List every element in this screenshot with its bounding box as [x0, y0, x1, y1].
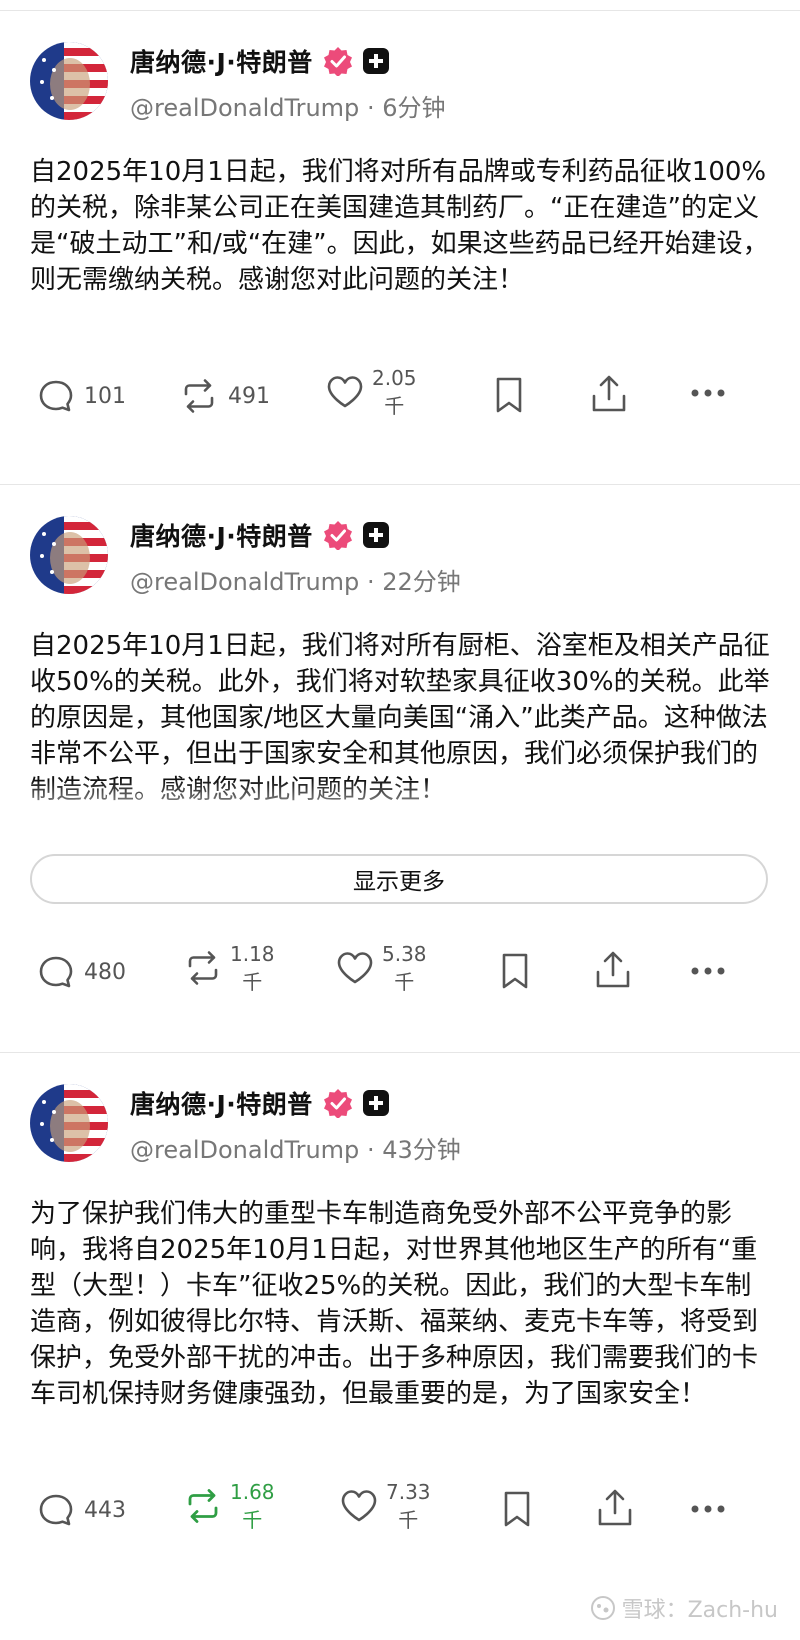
share-icon [596, 951, 630, 988]
like-icon [327, 376, 363, 408]
share-button[interactable] [590, 374, 628, 414]
repost-count: 491 [228, 383, 270, 409]
post-divider [0, 484, 800, 485]
post-body: 为了保护我们伟大的重型卡车制造商免受外部不公平竞争的影响，我将自2025年10月… [30, 1199, 759, 1409]
like-button[interactable]: 2.05 千 [326, 364, 417, 420]
plus-icon[interactable] [362, 522, 389, 548]
share-button[interactable] [596, 1488, 634, 1528]
repost-icon [184, 379, 214, 413]
more-button[interactable] [690, 966, 726, 976]
share-icon [598, 1489, 632, 1526]
reply-icon [39, 956, 73, 988]
more-icon [691, 967, 725, 975]
reply-button[interactable]: 443 [38, 1492, 126, 1528]
repost-icon [188, 1489, 218, 1523]
like-button[interactable]: 5.38 千 [336, 940, 427, 996]
verified-icon [323, 47, 352, 76]
more-button[interactable] [690, 388, 726, 398]
action-bar: 101 491 2.05 千 [0, 360, 800, 430]
like-icon [337, 952, 373, 984]
action-bar: 443 1.68 千 7.33 千 [0, 1474, 800, 1544]
bookmark-icon [502, 953, 528, 989]
repost-count: 1.18 [230, 942, 275, 966]
like-icon [341, 1490, 377, 1522]
show-more-button[interactable]: 显示更多 [30, 854, 768, 904]
more-icon [691, 389, 725, 397]
bookmark-button[interactable] [502, 1490, 532, 1528]
reply-count: 101 [84, 383, 126, 409]
repost-icon [188, 951, 218, 985]
bookmark-button[interactable] [500, 952, 530, 990]
repost-count-unit: 千 [242, 1508, 263, 1532]
top-divider [0, 10, 800, 11]
like-count: 7.33 [386, 1480, 431, 1504]
separator: · [366, 1136, 375, 1164]
verified-icon [323, 1089, 352, 1118]
avatar[interactable] [30, 516, 108, 594]
post-divider [0, 1052, 800, 1053]
share-button[interactable] [594, 950, 632, 990]
post-time: 43分钟 [382, 1136, 461, 1164]
post-time: 22分钟 [382, 568, 461, 596]
plus-icon[interactable] [362, 1090, 389, 1116]
like-count: 5.38 [382, 942, 427, 966]
watermark: 雪球：Zach-hu [590, 1592, 778, 1624]
author-name[interactable]: 唐纳德·J·特朗普 [130, 43, 313, 79]
post-body-clip: 自2025年10月1日起，我们将对所有厨柜、浴室柜及相关产品征收50%的关税。此… [0, 628, 800, 828]
repost-button[interactable]: 1.18 千 [184, 940, 275, 996]
bookmark-icon [496, 377, 522, 413]
separator: · [366, 94, 375, 122]
post-time: 6分钟 [382, 94, 446, 122]
reply-count: 480 [84, 959, 126, 985]
post-body: 自2025年10月1日起，我们将对所有品牌或专利药品征收100%的关税，除非某公… [30, 157, 769, 295]
plus-icon[interactable] [362, 48, 389, 74]
avatar[interactable] [30, 42, 108, 120]
like-count-unit: 千 [398, 1508, 419, 1532]
handle[interactable]: @realDonaldTrump [130, 94, 359, 122]
repost-button[interactable]: 1.68 千 [184, 1478, 275, 1534]
like-count: 2.05 [372, 366, 417, 390]
like-count-unit: 千 [384, 394, 405, 418]
reply-icon [39, 1494, 73, 1526]
action-bar: 480 1.18 千 5.38 千 [0, 936, 800, 1006]
reply-icon [39, 380, 73, 412]
repost-count: 1.68 [230, 1480, 275, 1504]
separator: · [366, 568, 375, 596]
reply-button[interactable]: 480 [38, 954, 126, 990]
repost-button[interactable]: 491 [180, 378, 270, 414]
avatar[interactable] [30, 1084, 108, 1162]
text-fade [0, 780, 800, 828]
handle[interactable]: @realDonaldTrump [130, 1136, 359, 1164]
more-button[interactable] [690, 1504, 726, 1514]
author-name[interactable]: 唐纳德·J·特朗普 [130, 1085, 313, 1121]
bookmark-icon [504, 1491, 530, 1527]
like-count-unit: 千 [394, 970, 415, 994]
reply-count: 443 [84, 1497, 126, 1523]
watermark-text: 雪球：Zach-hu [621, 1598, 778, 1623]
author-name[interactable]: 唐纳德·J·特朗普 [130, 517, 313, 553]
more-icon [691, 1505, 725, 1513]
snowball-logo-icon [590, 1596, 615, 1620]
like-button[interactable]: 7.33 千 [340, 1478, 431, 1534]
reply-button[interactable]: 101 [38, 378, 126, 414]
bookmark-button[interactable] [494, 376, 524, 414]
handle[interactable]: @realDonaldTrump [130, 568, 359, 596]
verified-icon [323, 521, 352, 550]
repost-count-unit: 千 [242, 970, 263, 994]
share-icon [592, 375, 626, 412]
